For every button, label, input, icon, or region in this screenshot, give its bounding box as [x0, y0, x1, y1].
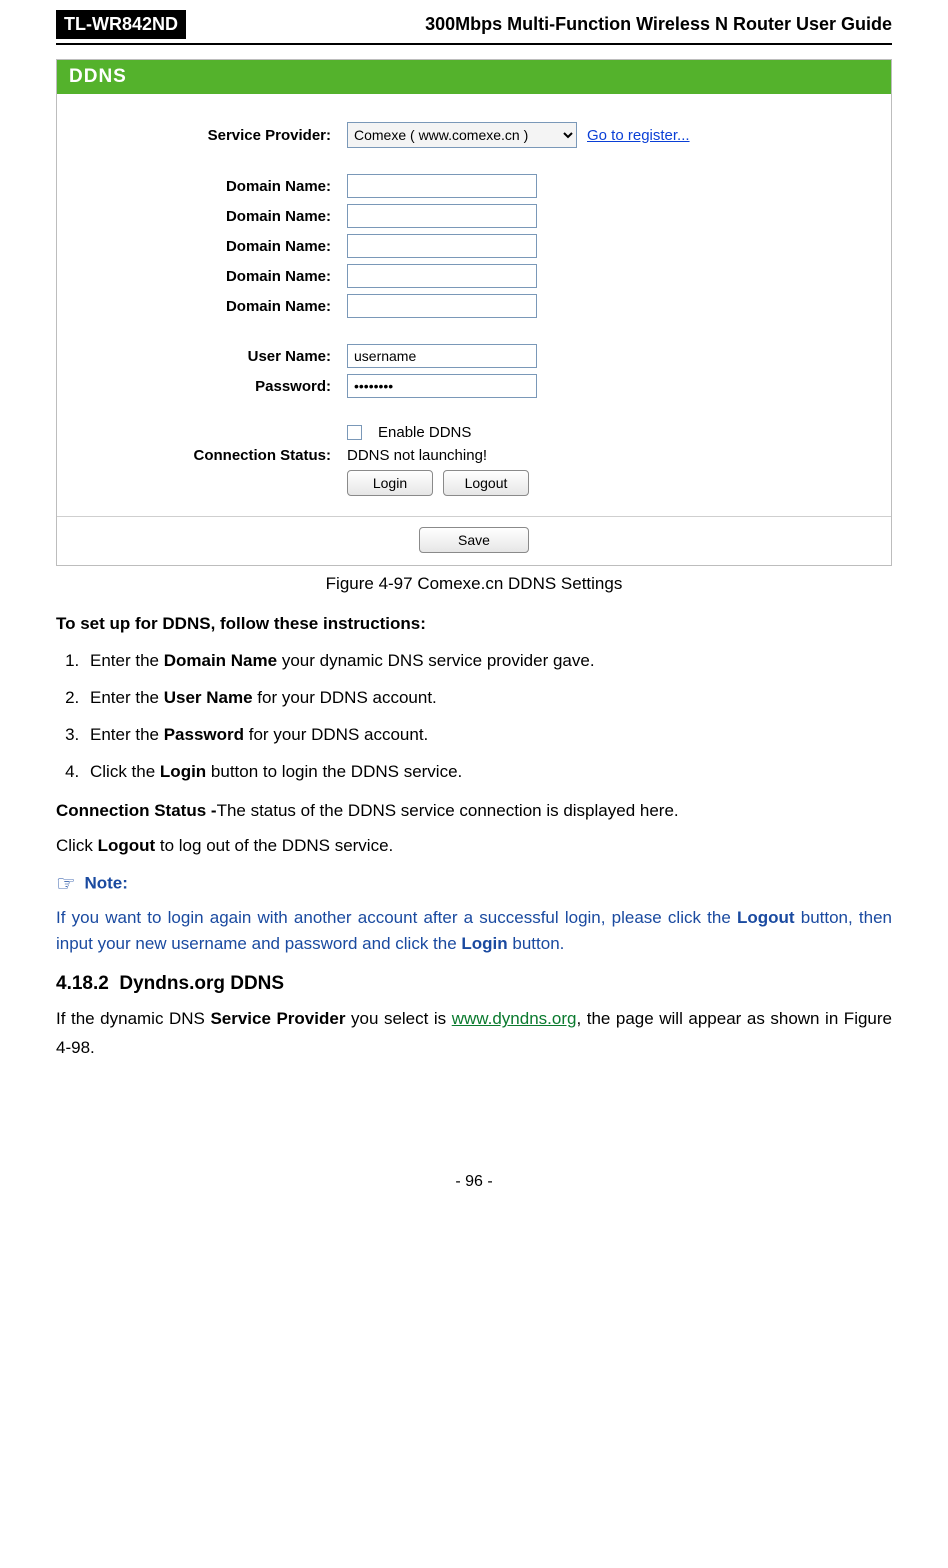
section-heading: 4.18.2 Dyndns.org DDNS: [56, 973, 892, 995]
section-paragraph: If the dynamic DNS Service Provider you …: [56, 1005, 892, 1063]
domain-name-label-5: Domain Name:: [67, 298, 347, 315]
step-2: Enter the User Name for your DDNS accoun…: [84, 684, 892, 711]
doc-title: 300Mbps Multi-Function Wireless N Router…: [186, 10, 892, 39]
instructions-lead: To set up for DDNS, follow these instruc…: [56, 614, 426, 633]
service-provider-select[interactable]: Comexe ( www.comexe.cn ): [347, 122, 577, 148]
dyndns-link[interactable]: www.dyndns.org: [452, 1009, 577, 1028]
connection-status-label: Connection Status:: [67, 447, 347, 464]
step-1: Enter the Domain Name your dynamic DNS s…: [84, 647, 892, 674]
note-heading: ☞ Note:: [56, 871, 892, 897]
login-button[interactable]: Login: [347, 470, 433, 496]
pointer-icon: ☞: [56, 871, 76, 896]
register-link[interactable]: Go to register...: [587, 127, 690, 144]
domain-name-label-1: Domain Name:: [67, 178, 347, 195]
service-provider-label: Service Provider:: [67, 127, 347, 144]
step-3: Enter the Password for your DDNS account…: [84, 721, 892, 748]
model-badge: TL-WR842ND: [56, 10, 186, 39]
save-button[interactable]: Save: [419, 527, 529, 553]
domain-name-label-4: Domain Name:: [67, 268, 347, 285]
note-body: If you want to login again with another …: [56, 905, 892, 958]
domain-name-label-2: Domain Name:: [67, 208, 347, 225]
figure-caption: Figure 4-97 Comexe.cn DDNS Settings: [56, 574, 892, 594]
domain-name-input-4[interactable]: [347, 264, 537, 288]
username-label: User Name:: [67, 348, 347, 365]
username-input[interactable]: [347, 344, 537, 368]
page-number: - 96 -: [56, 1173, 892, 1191]
domain-name-input-2[interactable]: [347, 204, 537, 228]
connection-status-desc: Connection Status -The status of the DDN…: [56, 799, 892, 824]
domain-name-input-5[interactable]: [347, 294, 537, 318]
domain-name-input-3[interactable]: [347, 234, 537, 258]
logout-desc: Click Logout to log out of the DDNS serv…: [56, 834, 892, 859]
panel-heading: DDNS: [57, 60, 891, 94]
domain-name-input-1[interactable]: [347, 174, 537, 198]
logout-button[interactable]: Logout: [443, 470, 529, 496]
domain-name-label-3: Domain Name:: [67, 238, 347, 255]
connection-status-value: DDNS not launching!: [347, 447, 487, 464]
password-label: Password:: [67, 378, 347, 395]
enable-ddns-label: Enable DDNS: [378, 424, 471, 441]
doc-header: TL-WR842ND 300Mbps Multi-Function Wirele…: [56, 10, 892, 39]
enable-ddns-checkbox[interactable]: [347, 425, 362, 440]
step-4: Click the Login button to login the DDNS…: [84, 758, 892, 785]
instruction-list: Enter the Domain Name your dynamic DNS s…: [56, 647, 892, 786]
ddns-figure: DDNS Service Provider: Comexe ( www.come…: [56, 59, 892, 566]
header-rule: [56, 43, 892, 45]
password-input[interactable]: [347, 374, 537, 398]
